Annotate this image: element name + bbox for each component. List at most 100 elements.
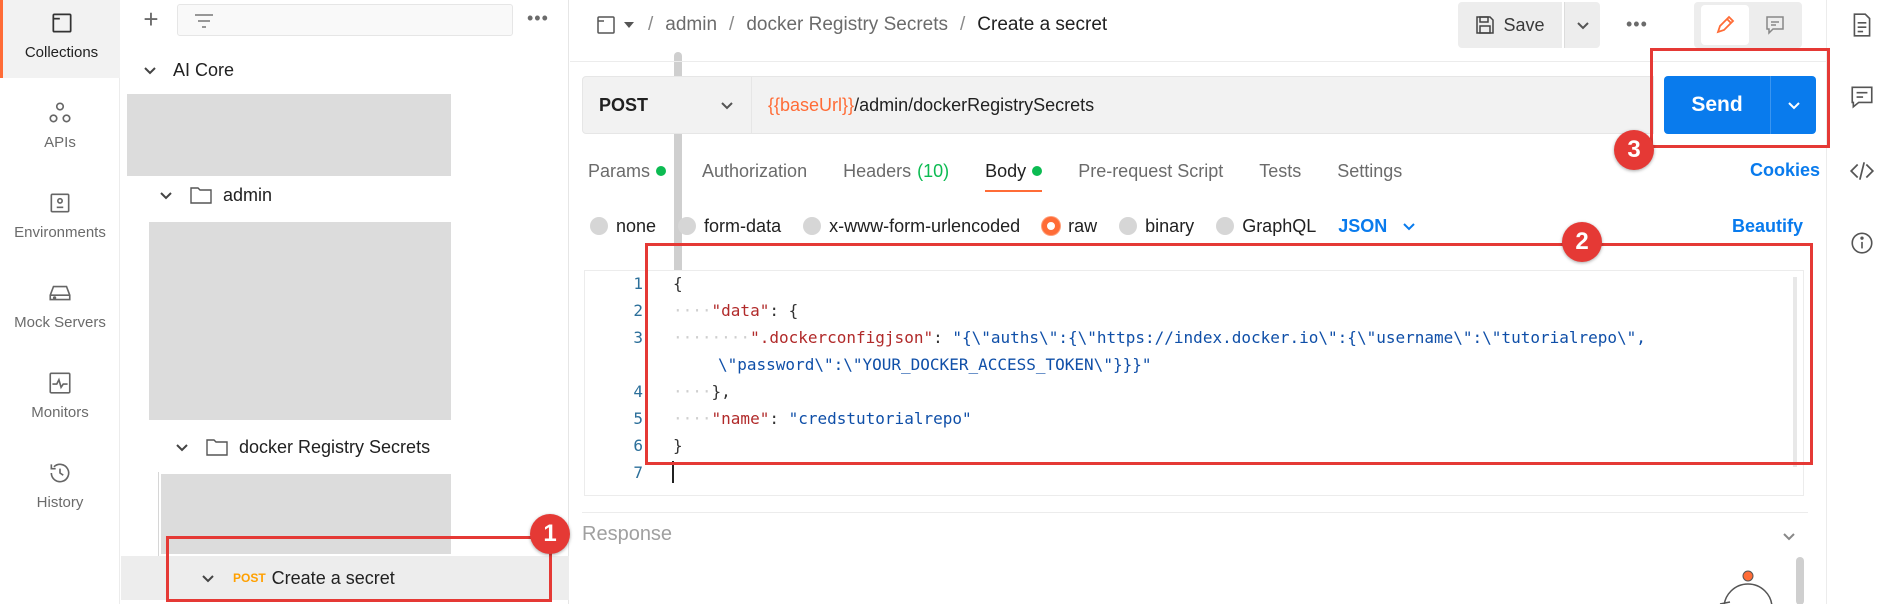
tree-folder-docker-registry-secrets[interactable]: docker Registry Secrets <box>173 430 430 464</box>
line-number: 3 <box>633 328 643 347</box>
nav-apis[interactable]: APIs <box>0 82 120 168</box>
tab-settings[interactable]: Settings <box>1337 156 1402 186</box>
line-number: 4 <box>633 382 643 401</box>
tab-params[interactable]: Params <box>588 156 667 186</box>
save-button[interactable]: Save <box>1458 2 1562 48</box>
code-snippet-icon[interactable] <box>1849 158 1875 184</box>
radio-form-data[interactable]: form-data <box>678 216 781 237</box>
method-select[interactable]: POST <box>582 76 752 134</box>
filter-input[interactable] <box>177 4 513 36</box>
line-number: 6 <box>633 436 643 455</box>
tab-tests[interactable]: Tests <box>1259 156 1301 186</box>
radio-none[interactable]: none <box>590 216 656 237</box>
mock-servers-icon <box>49 285 71 300</box>
chevron-down-icon <box>144 67 156 75</box>
method-value: POST <box>599 94 649 115</box>
request-more-button[interactable]: ••• <box>1626 14 1648 35</box>
breadcrumb-separator: / <box>648 14 654 35</box>
tree-folder-admin[interactable]: admin <box>157 178 272 212</box>
tab-pre-request-script[interactable]: Pre-request Script <box>1078 156 1223 186</box>
caret-down-icon[interactable] <box>622 20 636 30</box>
breadcrumb-separator: / <box>729 14 735 35</box>
radio-circle <box>1119 217 1138 235</box>
edit-mode-button[interactable] <box>1701 5 1749 45</box>
url-variable: {{baseUrl}} <box>768 94 855 115</box>
radio-graphql[interactable]: GraphQL <box>1216 216 1316 237</box>
radio-circle <box>1216 217 1235 235</box>
collection-name: AI Core <box>173 59 235 80</box>
breadcrumb-separator: / <box>960 14 966 35</box>
annotation-badge-3: 3 <box>1614 130 1654 170</box>
save-label: Save <box>1503 14 1545 35</box>
body-type-selector: none form-data x-www-form-urlencoded raw… <box>590 213 1417 239</box>
nav-mock-servers[interactable]: Mock Servers <box>0 262 120 348</box>
environments-icon <box>50 193 70 212</box>
radio-label: GraphQL <box>1242 215 1317 236</box>
chevron-down-icon <box>1576 22 1589 30</box>
response-title[interactable]: Response <box>582 523 672 546</box>
chevron-down-icon[interactable] <box>1780 527 1798 545</box>
nav-label: Monitors <box>31 403 89 421</box>
radio-circle-selected <box>1042 217 1061 235</box>
apis-icon <box>49 101 71 122</box>
chevron-down-icon <box>1403 223 1415 231</box>
radio-label: binary <box>1145 215 1195 236</box>
tree-collection-ai-core[interactable]: AI Core <box>141 53 234 87</box>
folder-icon <box>190 187 212 204</box>
view-mode-toggle <box>1694 2 1802 48</box>
request-title[interactable]: Create a secret <box>977 14 1107 36</box>
tab-authorization[interactable]: Authorization <box>702 156 807 186</box>
comments-icon[interactable] <box>1849 84 1875 110</box>
tab-label: Body <box>985 160 1027 181</box>
left-nav-rail: Collections APIs Environments Mock Serve… <box>0 0 120 604</box>
nav-history[interactable]: History <box>0 442 120 528</box>
info-icon[interactable] <box>1849 230 1875 256</box>
tab-label: Headers <box>843 160 912 181</box>
beautify-link[interactable]: Beautify <box>1732 216 1803 237</box>
collections-sidebar: + ••• AI Core admin docker Registry Secr… <box>121 0 682 604</box>
tab-label: Params <box>588 160 651 181</box>
annotation-box-2 <box>645 243 1813 465</box>
monitors-icon <box>49 371 71 394</box>
breadcrumb-admin[interactable]: admin <box>665 14 717 36</box>
tree-hidden-items <box>149 222 451 420</box>
annotation-badge-1: 1 <box>530 514 570 554</box>
save-options-button[interactable] <box>1564 2 1600 48</box>
nav-label: History <box>36 493 84 511</box>
new-collection-button[interactable]: + <box>139 6 163 32</box>
breadcrumb: / admin / docker Registry Secrets / Crea… <box>596 14 1107 36</box>
line-number: 2 <box>633 301 643 320</box>
radio-x-www-form-urlencoded[interactable]: x-www-form-urlencoded <box>803 216 1020 237</box>
tree-hidden-items <box>127 94 451 176</box>
save-icon <box>1476 16 1495 34</box>
pencil-icon <box>1716 15 1735 34</box>
line-number: 1 <box>633 274 643 293</box>
request-type-icon[interactable] <box>596 15 618 35</box>
breadcrumb-docker-registry-secrets[interactable]: docker Registry Secrets <box>746 14 948 36</box>
nav-collections[interactable]: Collections <box>0 0 120 78</box>
documentation-icon[interactable] <box>1849 12 1875 38</box>
radio-binary[interactable]: binary <box>1119 216 1194 237</box>
radio-label: none <box>616 215 657 236</box>
nav-monitors[interactable]: Monitors <box>0 352 120 438</box>
radio-raw[interactable]: raw <box>1042 216 1097 237</box>
tab-body[interactable]: Body <box>985 156 1043 192</box>
comment-mode-button[interactable] <box>1755 5 1795 45</box>
url-input[interactable]: {{baseUrl}}/admin/dockerRegistrySecrets <box>752 76 1654 134</box>
radio-label: x-www-form-urlencoded <box>829 215 1021 236</box>
tab-label: Authorization <box>702 160 808 181</box>
annotation-badge-2: 2 <box>1562 222 1602 262</box>
format-select[interactable]: JSON <box>1338 216 1417 237</box>
line-number: 7 <box>633 463 643 482</box>
nav-environments[interactable]: Environments <box>0 172 120 258</box>
radio-label: raw <box>1068 215 1098 236</box>
radio-circle <box>678 217 697 235</box>
line-number: 5 <box>633 409 643 428</box>
sidebar-more-button[interactable]: ••• <box>527 8 549 29</box>
nav-label: Collections <box>24 43 99 61</box>
tab-headers[interactable]: Headers (10) <box>843 156 949 186</box>
sidebar-toolbar: + ••• <box>121 0 569 42</box>
comment-icon <box>1766 16 1784 35</box>
cookies-link[interactable]: Cookies <box>1750 160 1820 181</box>
format-value: JSON <box>1338 215 1388 236</box>
